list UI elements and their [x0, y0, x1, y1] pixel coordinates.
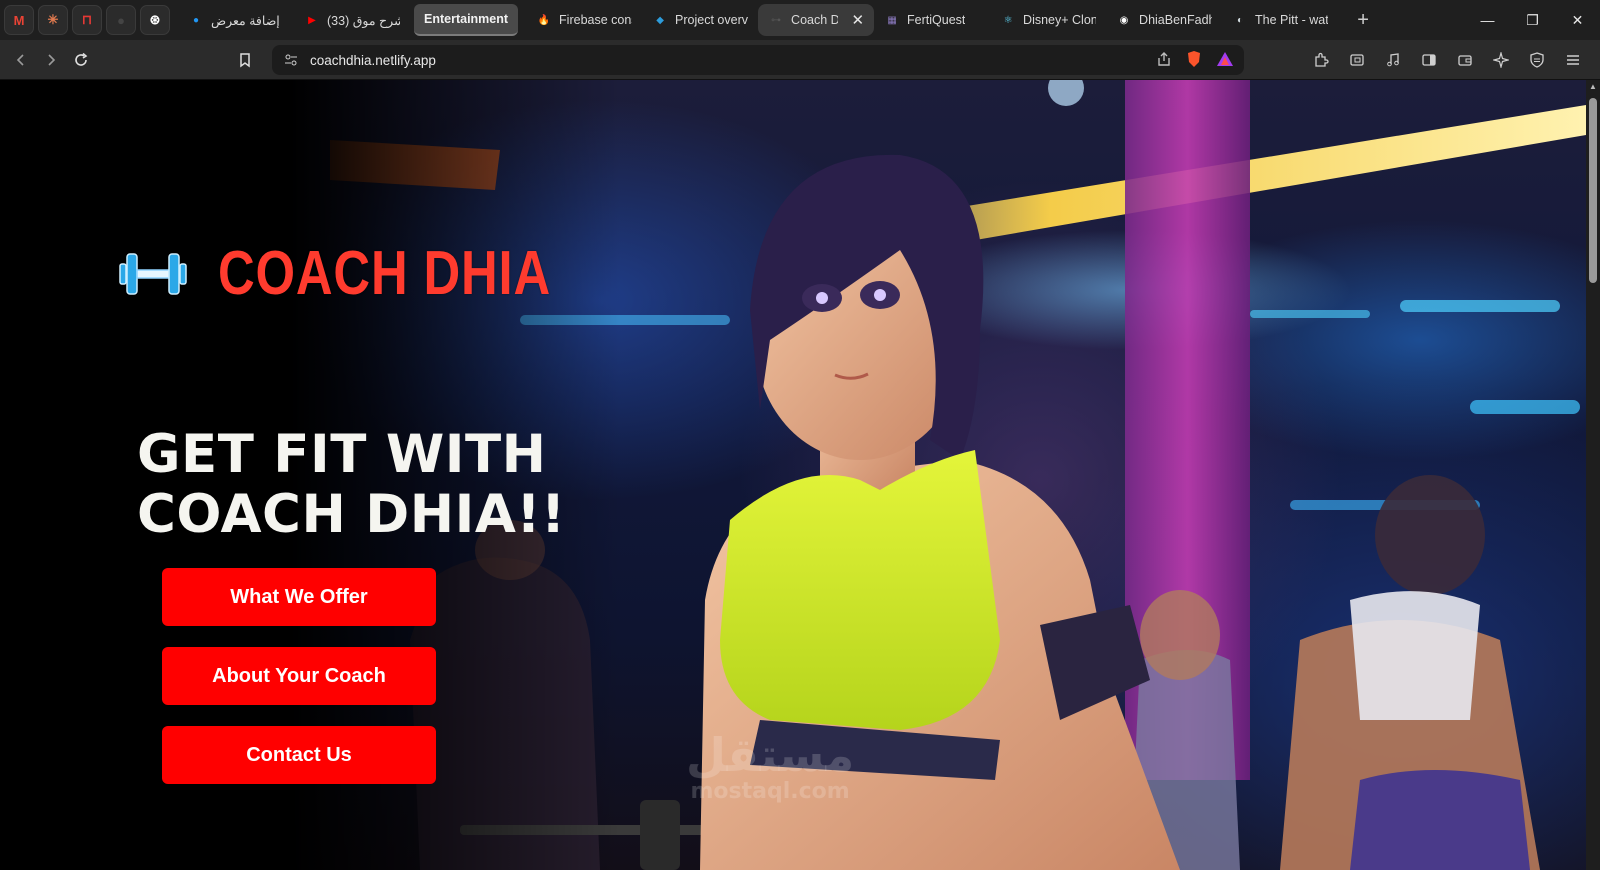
blank-icon: ●	[117, 12, 125, 28]
url-text: coachdhia.netlify.app	[310, 52, 436, 68]
reload-button[interactable]	[66, 45, 96, 75]
tab-title: (33) شرح موق	[327, 13, 400, 28]
extensions-icon[interactable]	[1308, 45, 1334, 75]
scroll-up-arrow-icon[interactable]: ▲	[1589, 82, 1597, 91]
tab-strip: ● إضافة معرض ▶ (33) شرح موق Entertainment 🔥 Fi…	[178, 0, 1338, 40]
restore-button[interactable]: ❐	[1510, 0, 1555, 40]
share-icon[interactable]	[1156, 51, 1172, 67]
page-scrollbar[interactable]: ▲	[1586, 80, 1600, 870]
leo-ai-icon[interactable]	[1488, 45, 1514, 75]
tab-bar: M ✳ ⊓ ● ⊛ ● إضافة معرض ▶ (33) شرح موق Entertainm…	[0, 0, 1600, 40]
site-logo[interactable]: COACH DHIA	[118, 238, 624, 309]
scrollbar-thumb[interactable]	[1589, 98, 1597, 283]
headline-line-1: GET FIT WITH	[137, 424, 547, 485]
watermark-domain: mostaql.com	[690, 779, 850, 804]
brand-name: COACH DHIA	[218, 239, 552, 308]
pinned-tabs: M ✳ ⊓ ● ⊛	[0, 5, 170, 35]
sidebar-icon[interactable]	[1416, 45, 1442, 75]
tab-title: DhiaBenFadh	[1139, 13, 1213, 27]
hero-headline: GET FIT WITH COACH DHIA!!	[137, 425, 566, 545]
browser-tab[interactable]: ▶ (33) شرح موق	[294, 4, 410, 36]
tab-favicon-icon: ⊶	[771, 14, 782, 26]
extension-icons	[1308, 45, 1586, 75]
forward-button[interactable]	[36, 45, 66, 75]
tab-favicon-icon: ⚛	[1003, 14, 1013, 26]
watermark-arabic: مستقل	[686, 728, 855, 782]
pinned-tab-claude[interactable]: ✳	[38, 5, 68, 35]
reload-icon	[75, 52, 88, 66]
screenshot-icon[interactable]	[1344, 45, 1370, 75]
tab-favicon-icon: ▦	[887, 14, 897, 26]
tab-title: Coach Di	[791, 13, 839, 27]
browser-tab[interactable]: ● إضافة معرض	[178, 4, 294, 36]
forward-icon	[48, 53, 56, 66]
contact-us-button[interactable]: Contact Us	[162, 726, 436, 784]
browser-tab[interactable]: ◉ DhiaBenFadh	[1106, 4, 1222, 36]
claude-icon: ✳	[47, 12, 59, 27]
menu-icon[interactable]	[1560, 45, 1586, 75]
chatgpt-icon: ⊛	[149, 12, 161, 27]
wallet-icon[interactable]	[1452, 45, 1478, 75]
tab-favicon-icon: 🔥	[537, 14, 551, 26]
tab-group-label[interactable]: Entertainment	[414, 4, 519, 36]
bookmark-icon	[240, 52, 250, 67]
brave-rewards-icon[interactable]	[1216, 51, 1234, 67]
tab-title: Project overvi	[675, 13, 749, 27]
tab-title: Entertainment	[424, 12, 509, 26]
tab-title: Disney+ Clon	[1023, 13, 1097, 27]
browser-tab[interactable]: 🔥 Firebase cons	[526, 4, 642, 36]
browser-tab[interactable]: ◐ The Pitt - wat	[1222, 4, 1338, 36]
tab-favicon-icon: ◉	[1119, 14, 1129, 26]
new-tab-button[interactable]: +	[1350, 9, 1376, 32]
browser-tab[interactable]: ⊶ Coach Di ✕	[758, 4, 875, 36]
tab-favicon-icon: ▶	[308, 14, 316, 26]
brave-shields-icon[interactable]	[1186, 50, 1202, 68]
tab-title: The Pitt - wat	[1255, 13, 1329, 27]
browser-tab[interactable]: ⚛ Disney+ Clon	[990, 4, 1106, 36]
about-coach-button[interactable]: About Your Coach	[162, 647, 436, 705]
tab-favicon-icon: ◆	[656, 14, 664, 26]
pinned-tab-gmail[interactable]: M	[4, 5, 34, 35]
back-button[interactable]	[6, 45, 36, 75]
address-bar[interactable]: coachdhia.netlify.app	[272, 45, 1244, 75]
pinned-tab-chatgpt[interactable]: ⊛	[140, 5, 170, 35]
watermark: مستقل mostaql.com	[686, 730, 854, 804]
gmail-icon: M	[13, 12, 25, 28]
window-controls: — ❐ ✕	[1465, 0, 1600, 40]
media-icon[interactable]	[1380, 45, 1406, 75]
site-settings-icon	[285, 54, 297, 66]
tab-title: Firebase cons	[559, 13, 633, 27]
dumbbell-icon	[119, 252, 187, 295]
pinned-tab-blank[interactable]: ●	[106, 5, 136, 35]
tab-favicon-icon: ◐	[1237, 14, 1244, 26]
bookmark-button[interactable]	[230, 45, 260, 75]
close-tab-icon[interactable]: ✕	[851, 11, 864, 29]
close-window-button[interactable]: ✕	[1555, 0, 1600, 40]
pinned-tab-app[interactable]: ⊓	[72, 5, 102, 35]
tab-favicon-icon: ●	[192, 14, 200, 26]
browser-tab[interactable]: ◆ Project overvi	[642, 4, 758, 36]
tab-title: إضافة معرض	[211, 13, 280, 28]
back-icon	[16, 53, 24, 66]
address-bar-actions	[1156, 50, 1234, 68]
what-we-offer-button[interactable]: What We Offer	[162, 568, 436, 626]
browser-toolbar: coachdhia.netlify.app	[0, 40, 1600, 80]
page-viewport: COACH DHIA GET FIT WITH COACH DHIA!! Wha…	[0, 80, 1586, 870]
app-icon: ⊓	[81, 12, 93, 27]
browser-tab[interactable]: ▦ FertiQuest	[874, 4, 990, 36]
minimize-button[interactable]: —	[1465, 0, 1510, 40]
tab-title: FertiQuest	[907, 13, 966, 27]
vpn-icon[interactable]	[1524, 45, 1550, 75]
headline-line-2: COACH DHIA!!	[137, 484, 566, 545]
